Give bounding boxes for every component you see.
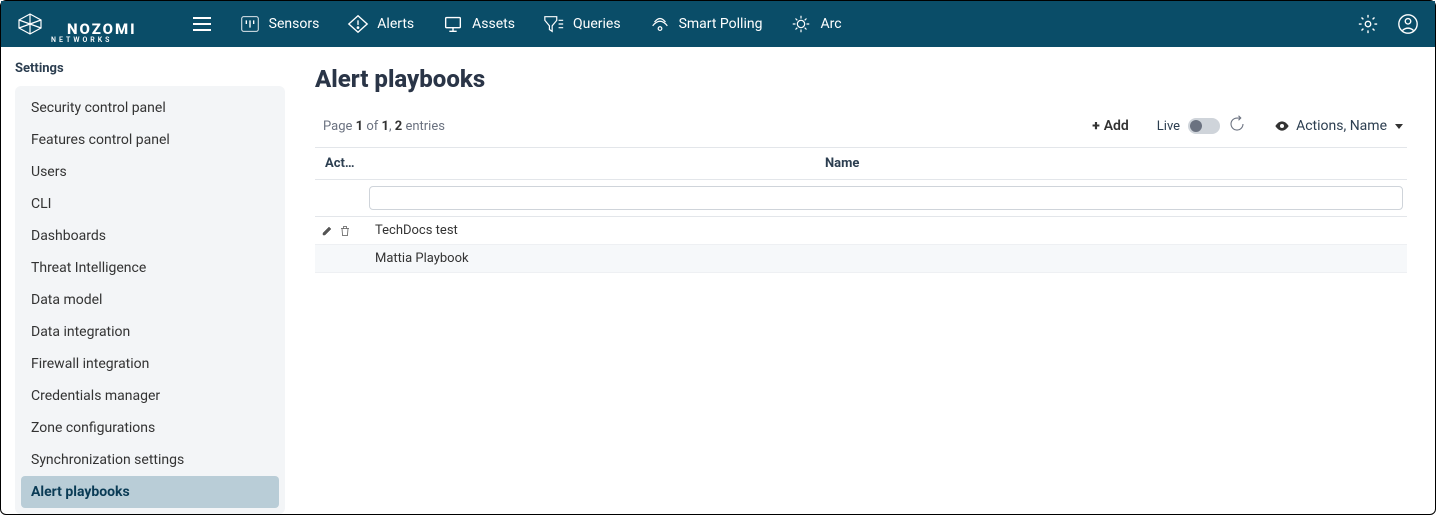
row-name: Mattia Playbook bbox=[365, 247, 1407, 270]
sidebar-item[interactable]: Zone configurations bbox=[21, 412, 279, 444]
menu-toggle-button[interactable] bbox=[189, 13, 215, 35]
header-actions[interactable]: Acti... bbox=[315, 148, 365, 179]
plus-icon: + bbox=[1092, 118, 1099, 134]
sidebar-item[interactable]: Firewall integration bbox=[21, 348, 279, 380]
settings-sidebar: Settings Security control panelFeatures … bbox=[1, 47, 299, 514]
delete-icon[interactable] bbox=[339, 225, 351, 237]
row-name: TechDocs test bbox=[365, 219, 1407, 242]
table-body: TechDocs test Mattia Playbook bbox=[315, 217, 1407, 273]
page-info: Page 1 of 1, 2 entries bbox=[319, 119, 445, 134]
columns-selector[interactable]: Actions, Name bbox=[1274, 118, 1403, 134]
nav-actions bbox=[1357, 13, 1419, 35]
nav-label: Sensors bbox=[269, 16, 320, 32]
nav-label: Queries bbox=[573, 16, 621, 32]
assets-icon bbox=[442, 13, 464, 35]
nav-item-arc[interactable]: Arc bbox=[790, 13, 841, 35]
nav-item-assets[interactable]: Assets bbox=[442, 13, 515, 35]
playbooks-table: Acti... Name TechDocs test Mattia Playboo… bbox=[315, 148, 1407, 273]
sidebar-item[interactable]: Synchronization settings bbox=[21, 444, 279, 476]
live-toggle[interactable] bbox=[1188, 118, 1220, 134]
main-panel: Alert playbooks Page 1 of 1, 2 entries +… bbox=[299, 47, 1435, 514]
arc-icon bbox=[790, 13, 812, 35]
sensors-icon bbox=[239, 13, 261, 35]
header-name[interactable]: Name bbox=[365, 148, 1407, 179]
settings-icon[interactable] bbox=[1357, 13, 1379, 35]
sidebar-item[interactable]: Credentials manager bbox=[21, 380, 279, 412]
nav-item-sensors[interactable]: Sensors bbox=[239, 13, 320, 35]
add-button[interactable]: + Add bbox=[1092, 118, 1129, 134]
sidebar-item[interactable]: Data integration bbox=[21, 316, 279, 348]
live-label: Live bbox=[1157, 119, 1180, 134]
table-row[interactable]: Mattia Playbook bbox=[315, 245, 1407, 273]
sidebar-item[interactable]: Alert playbooks bbox=[21, 476, 279, 508]
sidebar-item[interactable]: CLI bbox=[21, 188, 279, 220]
filter-row bbox=[315, 180, 1407, 217]
brand-subtitle: NETWORKS bbox=[51, 37, 165, 44]
row-actions bbox=[315, 221, 365, 241]
user-icon[interactable] bbox=[1397, 13, 1419, 35]
nav-item-alerts[interactable]: Alerts bbox=[347, 13, 414, 35]
nav-item-queries[interactable]: Queries bbox=[543, 13, 621, 35]
eye-icon bbox=[1274, 118, 1290, 134]
nav-item-smart-polling[interactable]: Smart Polling bbox=[649, 13, 763, 35]
sidebar-item[interactable]: Users bbox=[21, 156, 279, 188]
sidebar-item[interactable]: Security control panel bbox=[21, 92, 279, 124]
smart-polling-icon bbox=[649, 13, 671, 35]
sidebar-list: Security control panelFeatures control p… bbox=[15, 86, 285, 514]
logo-icon bbox=[17, 12, 43, 36]
add-label: Add bbox=[1104, 118, 1129, 134]
columns-label: Actions, Name bbox=[1296, 118, 1387, 134]
sidebar-item[interactable]: Dashboards bbox=[21, 220, 279, 252]
table-row[interactable]: TechDocs test bbox=[315, 217, 1407, 245]
page-title: Alert playbooks bbox=[315, 65, 1407, 93]
sidebar-item[interactable]: Features control panel bbox=[21, 124, 279, 156]
sidebar-item[interactable]: Data model bbox=[21, 284, 279, 316]
top-nav: NOZOMI NETWORKS Sensors Alerts Assets Qu… bbox=[1, 1, 1435, 47]
table-header: Acti... Name bbox=[315, 148, 1407, 180]
table-toolbar: Page 1 of 1, 2 entries + Add Live Action… bbox=[315, 111, 1407, 148]
nav-items: Sensors Alerts Assets Queries Smart Poll… bbox=[239, 13, 842, 35]
refresh-button[interactable] bbox=[1228, 115, 1246, 137]
edit-icon[interactable] bbox=[321, 225, 333, 237]
brand-name: NOZOMI bbox=[51, 4, 165, 37]
row-actions bbox=[315, 255, 365, 263]
queries-icon bbox=[543, 13, 565, 35]
nav-label: Smart Polling bbox=[679, 16, 763, 32]
brand-logo[interactable]: NOZOMI NETWORKS bbox=[17, 4, 165, 44]
name-filter-input[interactable] bbox=[369, 186, 1403, 210]
caret-down-icon bbox=[1395, 124, 1403, 129]
alerts-icon bbox=[347, 13, 369, 35]
nav-label: Arc bbox=[820, 16, 841, 32]
sidebar-title: Settings bbox=[15, 61, 285, 76]
nav-label: Alerts bbox=[377, 16, 414, 32]
sidebar-item[interactable]: Threat Intelligence bbox=[21, 252, 279, 284]
nav-label: Assets bbox=[472, 16, 515, 32]
